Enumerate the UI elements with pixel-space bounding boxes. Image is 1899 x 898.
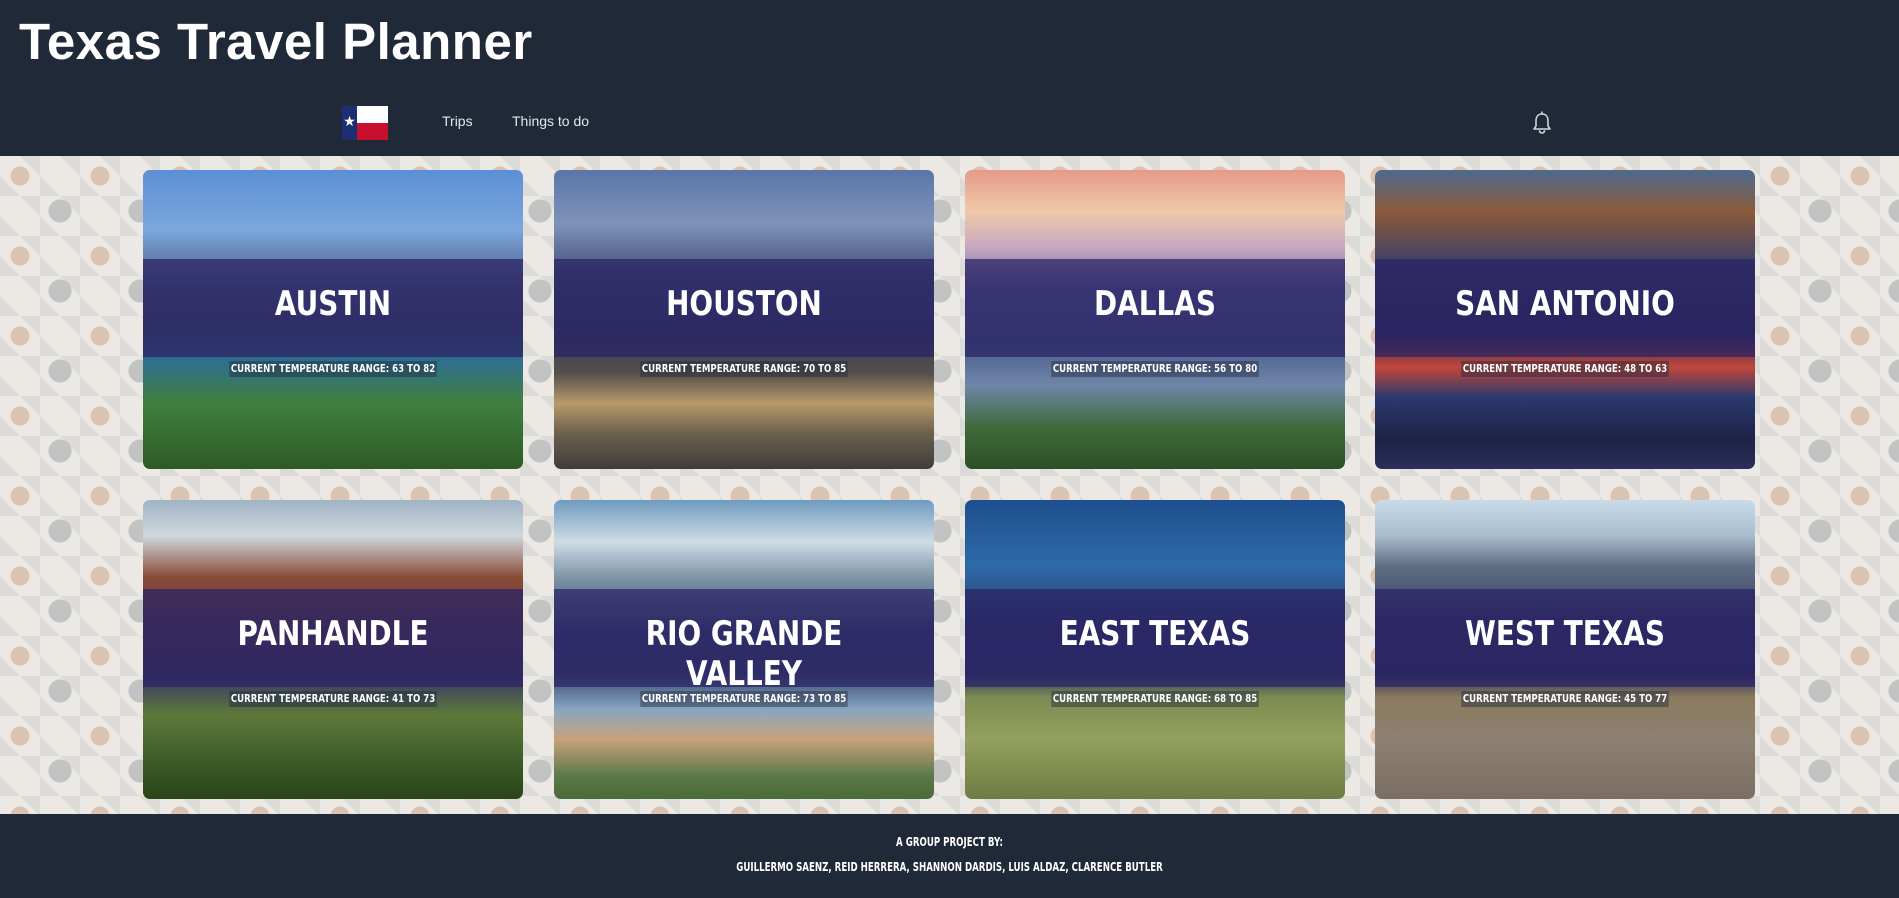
temperature-range: CURRENT TEMPERATURE RANGE: 70 TO 85 <box>554 361 934 377</box>
destination-card-dallas[interactable]: DALLAS CURRENT TEMPERATURE RANGE: 56 TO … <box>965 170 1345 469</box>
destination-name: DALLAS <box>1094 284 1216 324</box>
destination-name: PANHANDLE <box>237 614 429 654</box>
temperature-text: CURRENT TEMPERATURE RANGE: 63 TO 82 <box>229 361 437 377</box>
temperature-range: CURRENT TEMPERATURE RANGE: 56 TO 80 <box>965 361 1345 377</box>
flag-red-stripe <box>357 123 388 140</box>
temperature-range: CURRENT TEMPERATURE RANGE: 63 TO 82 <box>143 361 523 377</box>
destination-name: AUSTIN <box>274 284 392 324</box>
bell-icon[interactable] <box>1531 111 1553 135</box>
temperature-text: CURRENT TEMPERATURE RANGE: 48 TO 63 <box>1461 361 1669 377</box>
temperature-text: CURRENT TEMPERATURE RANGE: 56 TO 80 <box>1051 361 1259 377</box>
destination-card-west-texas[interactable]: WEST TEXAS CURRENT TEMPERATURE RANGE: 45… <box>1375 500 1755 799</box>
nav-link-trips[interactable]: Trips <box>442 113 473 129</box>
temperature-range: CURRENT TEMPERATURE RANGE: 68 TO 85 <box>965 691 1345 707</box>
temperature-range: CURRENT TEMPERATURE RANGE: 73 TO 85 <box>554 691 934 707</box>
footer-members: GUILLERMO SAENZ, REID HERRERA, SHANNON D… <box>736 860 1163 874</box>
destination-card-east-texas[interactable]: EAST TEXAS CURRENT TEMPERATURE RANGE: 68… <box>965 500 1345 799</box>
texas-flag-icon[interactable]: ★ <box>342 106 388 140</box>
site-header: Texas Travel Planner <box>0 0 1899 156</box>
flag-star-icon: ★ <box>343 114 356 130</box>
destination-card-san-antonio[interactable]: SAN ANTONIO CURRENT TEMPERATURE RANGE: 4… <box>1375 170 1755 469</box>
flag-blue-field: ★ <box>342 106 357 140</box>
flag-stripes <box>357 106 388 140</box>
destination-card-rio-grande-valley[interactable]: RIO GRANDE VALLEY CURRENT TEMPERATURE RA… <box>554 500 934 799</box>
app-title: Texas Travel Planner <box>19 13 533 70</box>
temperature-range: CURRENT TEMPERATURE RANGE: 41 TO 73 <box>143 691 523 707</box>
temperature-range: CURRENT TEMPERATURE RANGE: 48 TO 63 <box>1375 361 1755 377</box>
temperature-range: CURRENT TEMPERATURE RANGE: 45 TO 77 <box>1375 691 1755 707</box>
temperature-text: CURRENT TEMPERATURE RANGE: 41 TO 73 <box>229 691 437 707</box>
destination-card-austin[interactable]: AUSTIN CURRENT TEMPERATURE RANGE: 63 TO … <box>143 170 523 469</box>
temperature-text: CURRENT TEMPERATURE RANGE: 45 TO 77 <box>1461 691 1669 707</box>
flag-white-stripe <box>357 106 388 123</box>
temperature-text: CURRENT TEMPERATURE RANGE: 68 TO 85 <box>1051 691 1259 707</box>
temperature-text: CURRENT TEMPERATURE RANGE: 70 TO 85 <box>640 361 848 377</box>
footer-heading: A GROUP PROJECT BY: <box>896 835 1003 849</box>
destination-name: EAST TEXAS <box>1059 614 1251 654</box>
destination-card-panhandle[interactable]: PANHANDLE CURRENT TEMPERATURE RANGE: 41 … <box>143 500 523 799</box>
site-footer: A GROUP PROJECT BY: GUILLERMO SAENZ, REI… <box>0 814 1899 898</box>
destination-name: WEST TEXAS <box>1465 614 1665 654</box>
destination-name: SAN ANTONIO <box>1455 284 1675 324</box>
nav-link-things-to-do[interactable]: Things to do <box>512 113 589 129</box>
destination-name: HOUSTON <box>666 284 822 324</box>
temperature-text: CURRENT TEMPERATURE RANGE: 73 TO 85 <box>640 691 848 707</box>
destination-name: RIO GRANDE VALLEY <box>645 614 843 694</box>
destination-card-houston[interactable]: HOUSTON CURRENT TEMPERATURE RANGE: 70 TO… <box>554 170 934 469</box>
